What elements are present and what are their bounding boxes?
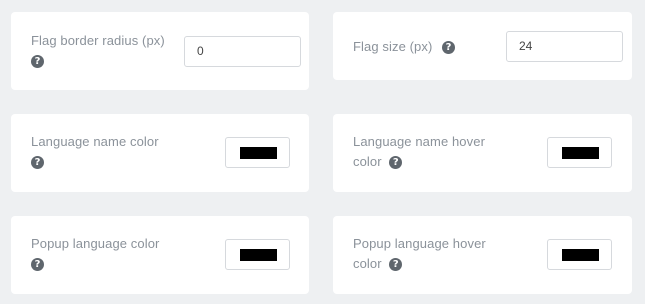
language-name-color-label-group: Language name color ? xyxy=(31,132,159,172)
popup-language-color-picker[interactable] xyxy=(225,239,290,270)
popup-language-color-label-group: Popup language color ? xyxy=(31,234,160,274)
flag-border-radius-input[interactable]: 0 xyxy=(184,36,301,67)
popup-language-color-label: Popup language color xyxy=(31,236,160,251)
language-name-hover-color-picker[interactable] xyxy=(547,137,612,168)
popup-language-hover-color-card: Popup language hover color ? xyxy=(333,216,632,294)
language-name-hover-color-label: Language name hover xyxy=(353,134,486,149)
flag-size-label: Flag size (px) xyxy=(353,39,433,54)
flag-size-card: Flag size (px) ? 24 xyxy=(333,12,632,80)
popup-language-hover-color-label-group: Popup language hover color ? xyxy=(353,234,486,274)
question-circle-icon[interactable]: ? xyxy=(389,258,403,272)
language-name-hover-color-card: Language name hover color ? xyxy=(333,114,632,192)
popup-language-hover-color-label-line2: color xyxy=(353,256,382,271)
popup-language-color-swatch xyxy=(240,249,277,261)
popup-language-color-card: Popup language color ? xyxy=(11,216,309,294)
language-name-hover-color-label-group: Language name hover color ? xyxy=(353,132,485,172)
question-circle-icon[interactable]: ? xyxy=(31,55,44,69)
question-circle-icon[interactable]: ? xyxy=(389,156,403,170)
language-name-color-picker[interactable] xyxy=(225,137,290,168)
language-name-color-label: Language name color xyxy=(31,134,159,149)
flag-size-input[interactable]: 24 xyxy=(506,31,623,62)
question-circle-icon[interactable]: ? xyxy=(31,258,44,272)
popup-language-hover-color-picker[interactable] xyxy=(547,239,612,270)
flag-border-radius-label: Flag border radius (px) xyxy=(31,33,165,48)
question-circle-icon[interactable]: ? xyxy=(31,156,44,170)
language-name-color-card: Language name color ? xyxy=(11,114,309,192)
flag-size-label-group: Flag size (px) ? xyxy=(353,37,456,57)
flag-border-radius-label-group: Flag border radius (px) ? xyxy=(31,31,165,71)
language-name-hover-color-swatch xyxy=(562,147,599,159)
question-circle-icon[interactable]: ? xyxy=(442,41,456,55)
language-name-color-swatch xyxy=(240,147,277,159)
language-name-hover-color-label-line2: color xyxy=(353,154,382,169)
popup-language-hover-color-label: Popup language hover xyxy=(353,236,486,251)
popup-language-hover-color-swatch xyxy=(562,249,599,261)
flag-border-radius-card: Flag border radius (px) ? 0 xyxy=(11,12,309,90)
